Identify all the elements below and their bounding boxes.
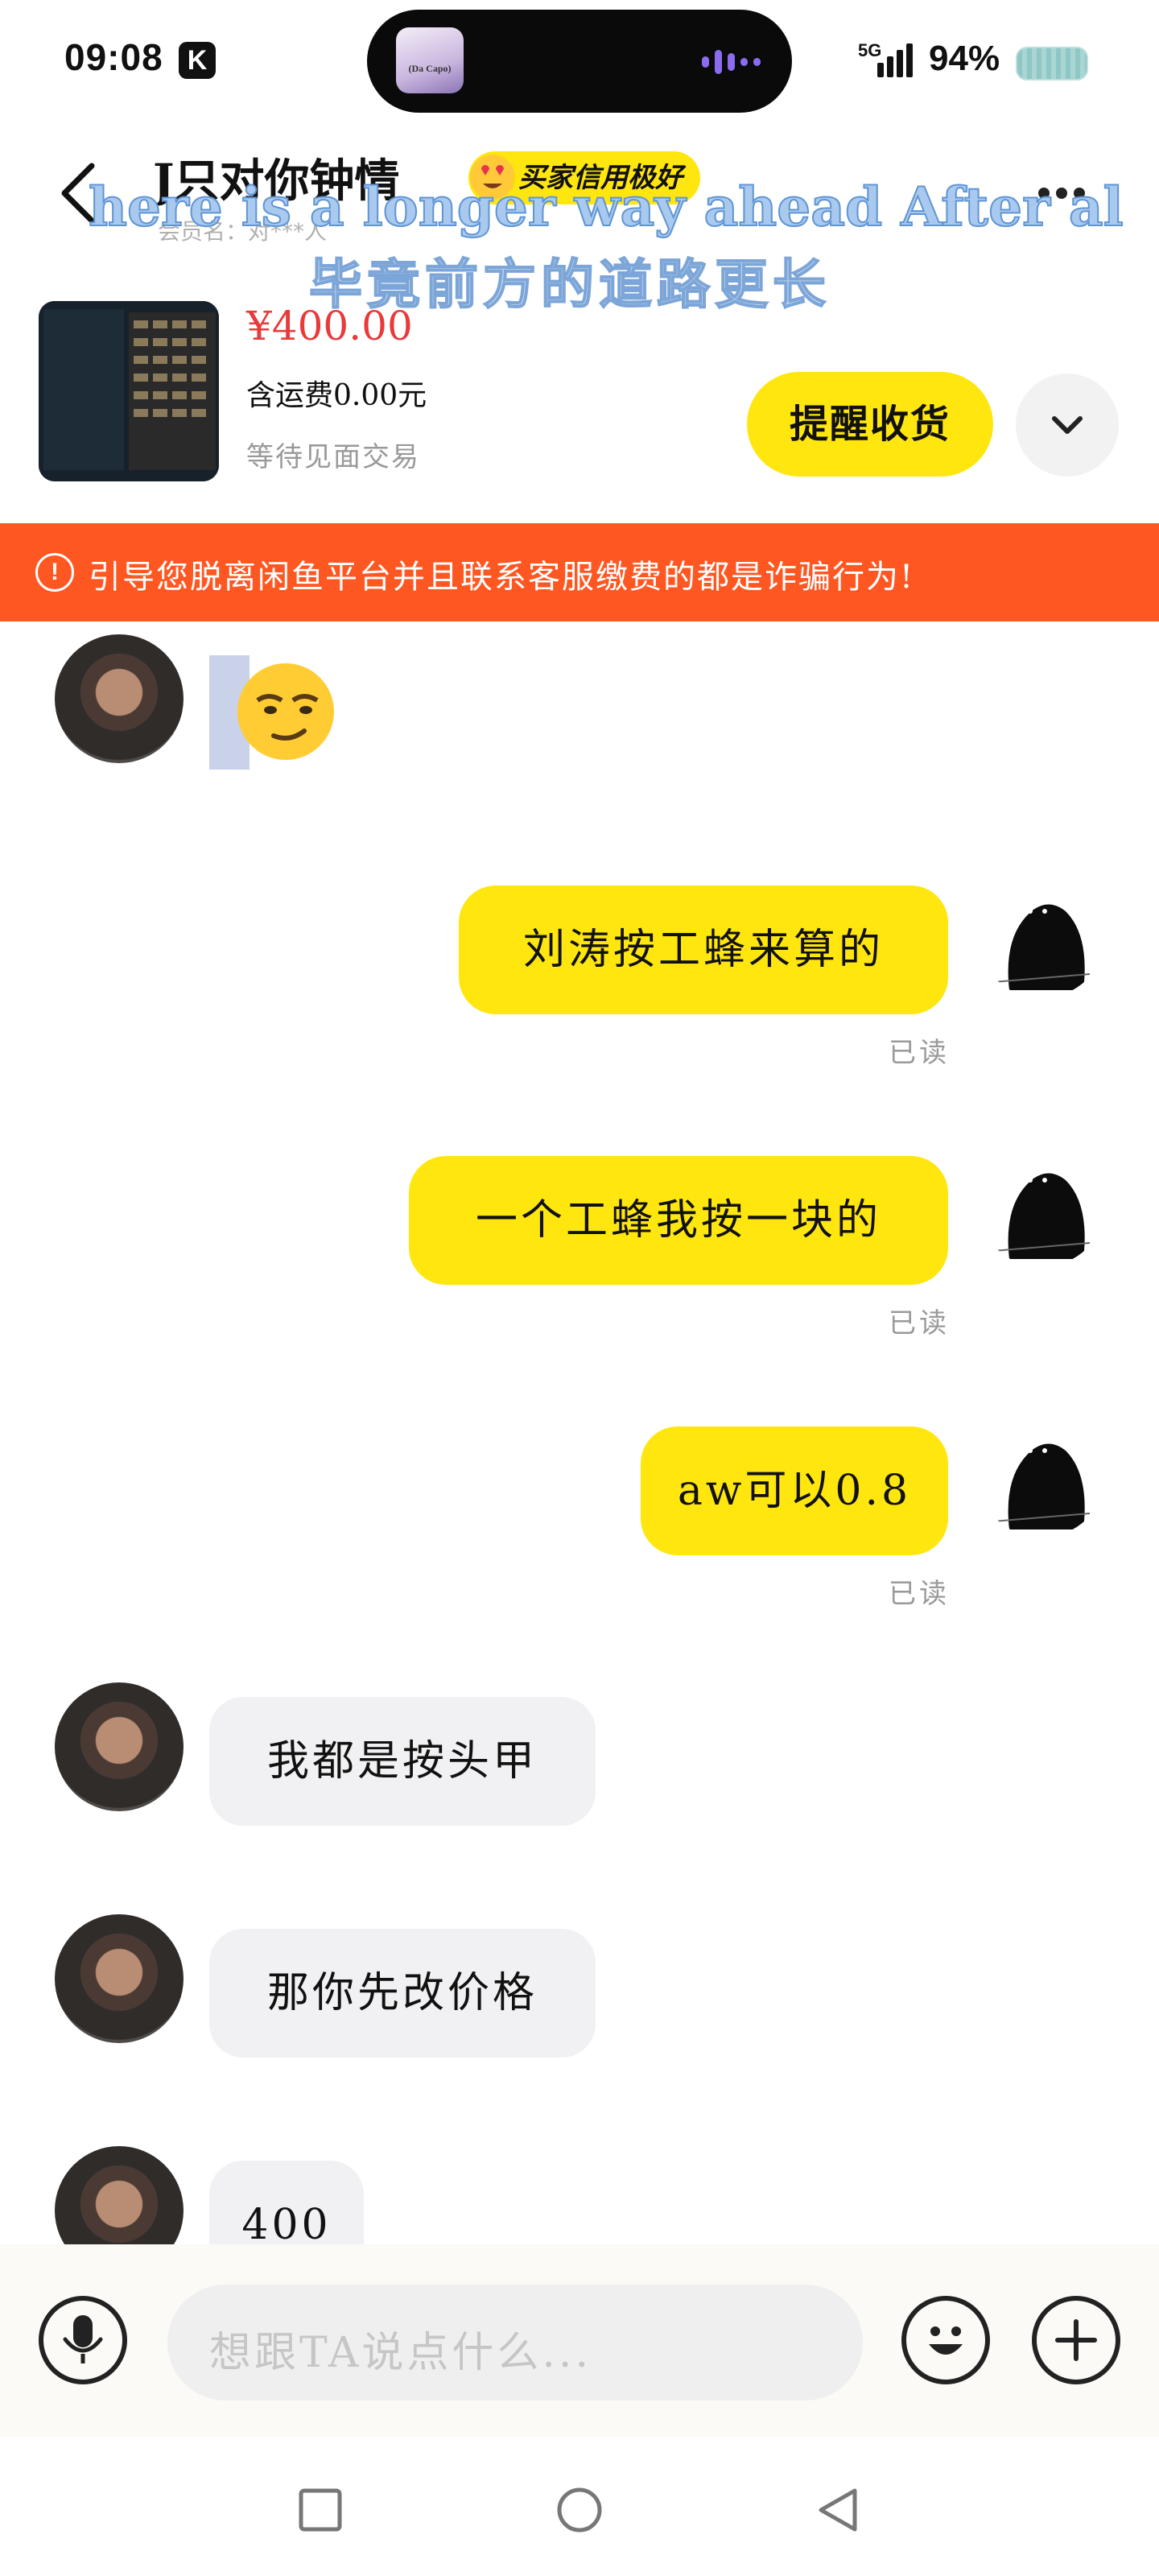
buyer-avatar[interactable] [55,634,184,763]
audio-wave-icon [728,53,735,71]
audio-wave-icon [753,58,761,66]
read-status: 已读 [889,1578,950,1610]
smirk-emoji-sticker[interactable] [235,652,336,771]
voice-input-button[interactable] [39,2296,127,2384]
battery-percent: 94% [929,39,1000,78]
my-avatar[interactable] [977,1409,1106,1538]
smiley-icon [929,2326,963,2355]
message-input-placeholder: 想跟TA说点什么... [209,2329,592,2377]
fraud-warning-text: 引导您脱离闲鱼平台并且联系客服缴费的都是诈骗行为! [89,559,915,596]
signal-icon [887,56,893,77]
audio-wave-icon [715,50,722,74]
audio-wave-icon [740,58,748,66]
more-actions-button[interactable] [1032,2296,1120,2384]
read-status: 已读 [889,1307,950,1340]
product-thumbnail[interactable] [39,301,219,481]
buyer-message-bubble[interactable]: 那你先改价格 [209,1929,596,2058]
buyer-avatar[interactable] [55,1914,184,2043]
recent-apps-icon[interactable] [298,2487,343,2533]
signal-icon [906,43,913,77]
network-type: 5G [858,40,882,60]
my-message-bubble[interactable]: aw可以0.8 [641,1426,948,1555]
app-notification-icon: K [179,42,216,79]
microphone-icon [63,2315,103,2363]
my-avatar[interactable] [977,1138,1106,1267]
plus-icon [1055,2319,1097,2361]
my-message-bubble[interactable]: 一个工蜂我按一块的 [409,1156,948,1285]
exclamation-circle-icon: ! [35,553,74,592]
emoji-button[interactable] [901,2296,990,2384]
audio-wave-icon [702,56,709,68]
buyer-avatar[interactable] [55,1682,184,1811]
expand-button[interactable] [1016,374,1119,477]
album-art-text: (Da Capo) [408,63,452,74]
chevron-down-icon [1052,416,1083,434]
home-icon[interactable] [555,2486,604,2534]
my-message-bubble[interactable]: 刘涛按工蜂来算的 [459,886,948,1014]
remind-receipt-button[interactable]: 提醒收货 [747,372,993,477]
video-subtitle-english: here is a longer way ahead After al [88,175,1124,239]
battery-icon [1016,47,1088,80]
product-price: ¥400.00 [246,303,413,349]
back-nav-icon[interactable] [815,2486,860,2534]
my-avatar[interactable] [977,869,1106,998]
transaction-status: 等待见面交易 [246,441,420,473]
signal-icon [897,50,903,77]
music-album-art[interactable] [396,27,464,93]
shipping-fee: 含运费0.00元 [246,379,427,412]
buyer-message-bubble[interactable]: 我都是按头甲 [209,1697,596,1826]
status-time: 09:08 [64,36,163,78]
read-status: 已读 [889,1037,950,1069]
signal-icon [877,63,884,77]
